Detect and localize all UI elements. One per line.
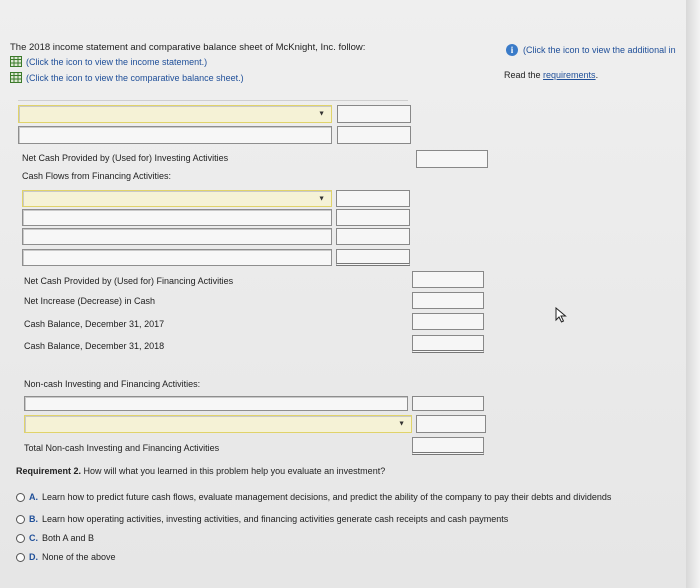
investing-line-dropdown-1[interactable]: ▼ bbox=[18, 105, 332, 123]
balance-sheet-link-label[interactable]: (Click the icon to view the comparative … bbox=[26, 73, 244, 83]
chevron-down-icon: ▼ bbox=[318, 110, 325, 118]
option-letter: C. bbox=[29, 533, 38, 543]
financing-amount-1[interactable] bbox=[336, 190, 410, 207]
chevron-down-icon: ▼ bbox=[398, 420, 405, 428]
section-divider bbox=[18, 100, 408, 101]
financing-amount-4[interactable] bbox=[336, 249, 410, 266]
net-financing-label: Net Cash Provided by (Used for) Financin… bbox=[24, 276, 234, 286]
net-financing-amount[interactable] bbox=[412, 271, 484, 288]
radio-button[interactable] bbox=[16, 514, 25, 524]
option-text: Both A and B bbox=[42, 533, 95, 543]
financing-line-dropdown-1[interactable]: ▼ bbox=[22, 190, 332, 207]
radio-button[interactable] bbox=[16, 552, 25, 562]
requirement-question: How will what you learned in this proble… bbox=[81, 466, 386, 476]
radio-button[interactable] bbox=[16, 533, 25, 543]
balance-2017-amount[interactable] bbox=[412, 313, 484, 330]
income-statement-link[interactable]: (Click the icon to view the income state… bbox=[10, 56, 207, 67]
option-letter: A. bbox=[29, 492, 38, 502]
noncash-heading: Non-cash Investing and Financing Activit… bbox=[24, 379, 201, 389]
financing-amount-2[interactable] bbox=[336, 209, 410, 226]
option-d[interactable]: D. None of the above bbox=[16, 552, 116, 562]
option-c[interactable]: C. Both A and B bbox=[16, 533, 94, 543]
option-b[interactable]: B. Learn how operating activities, inves… bbox=[16, 514, 508, 524]
option-text: Learn how operating activities, investin… bbox=[42, 514, 509, 524]
investing-amount-1[interactable] bbox=[337, 105, 411, 123]
option-letter: B. bbox=[29, 514, 38, 524]
net-investing-amount[interactable] bbox=[416, 150, 488, 168]
financing-amount-3[interactable] bbox=[336, 228, 410, 245]
spreadsheet-icon[interactable] bbox=[10, 72, 22, 83]
income-statement-link-label[interactable]: (Click the icon to view the income state… bbox=[26, 57, 207, 67]
additional-info-label[interactable]: (Click the icon to view the additional i… bbox=[523, 45, 676, 55]
net-investing-label: Net Cash Provided by (Used for) Investin… bbox=[22, 153, 229, 163]
radio-button[interactable] bbox=[16, 492, 25, 502]
mouse-pointer-icon bbox=[555, 307, 567, 323]
investing-amount-2[interactable] bbox=[337, 126, 411, 144]
read-requirements: Read the requirements. bbox=[504, 70, 598, 80]
financing-heading: Cash Flows from Financing Activities: bbox=[22, 171, 172, 181]
read-prefix: Read the bbox=[504, 70, 544, 80]
balance-sheet-link[interactable]: (Click the icon to view the comparative … bbox=[10, 72, 244, 83]
investing-line-input-2[interactable] bbox=[18, 126, 332, 144]
requirement-label: Requirement 2. bbox=[16, 466, 82, 476]
noncash-line-input-1[interactable] bbox=[24, 396, 408, 411]
intro-text: The 2018 income statement and comparativ… bbox=[10, 42, 366, 53]
option-text: None of the above bbox=[42, 552, 116, 562]
requirements-link[interactable]: requirements bbox=[543, 70, 596, 80]
noncash-line-dropdown-2[interactable]: ▼ bbox=[24, 415, 412, 433]
total-noncash-label: Total Non-cash Investing and Financing A… bbox=[24, 443, 220, 453]
read-suffix: . bbox=[595, 70, 599, 80]
info-icon[interactable]: i bbox=[506, 44, 518, 56]
balance-2018-label: Cash Balance, December 31, 2018 bbox=[24, 341, 165, 351]
noncash-amount-2[interactable] bbox=[416, 415, 486, 433]
net-increase-amount[interactable] bbox=[412, 292, 484, 309]
chevron-down-icon: ▼ bbox=[318, 195, 325, 202]
net-increase-label: Net Increase (Decrease) in Cash bbox=[24, 296, 156, 306]
noncash-amount-1[interactable] bbox=[412, 396, 484, 411]
spreadsheet-icon[interactable] bbox=[10, 56, 22, 67]
balance-2017-label: Cash Balance, December 31, 2017 bbox=[24, 319, 165, 329]
total-noncash-amount[interactable] bbox=[412, 437, 484, 455]
balance-2018-amount[interactable] bbox=[412, 335, 484, 353]
option-text: Learn how to predict future cash flows, … bbox=[42, 492, 612, 502]
financing-line-input-4[interactable] bbox=[22, 249, 332, 266]
financing-line-input-3[interactable] bbox=[22, 228, 332, 245]
option-letter: D. bbox=[29, 552, 38, 562]
additional-info-link[interactable]: i (Click the icon to view the additional… bbox=[506, 44, 676, 56]
requirement-2: Requirement 2. How will what you learned… bbox=[16, 465, 385, 477]
window-edge bbox=[686, 0, 700, 588]
financing-line-input-2[interactable] bbox=[22, 209, 332, 226]
option-a[interactable]: A. Learn how to predict future cash flow… bbox=[16, 492, 611, 502]
